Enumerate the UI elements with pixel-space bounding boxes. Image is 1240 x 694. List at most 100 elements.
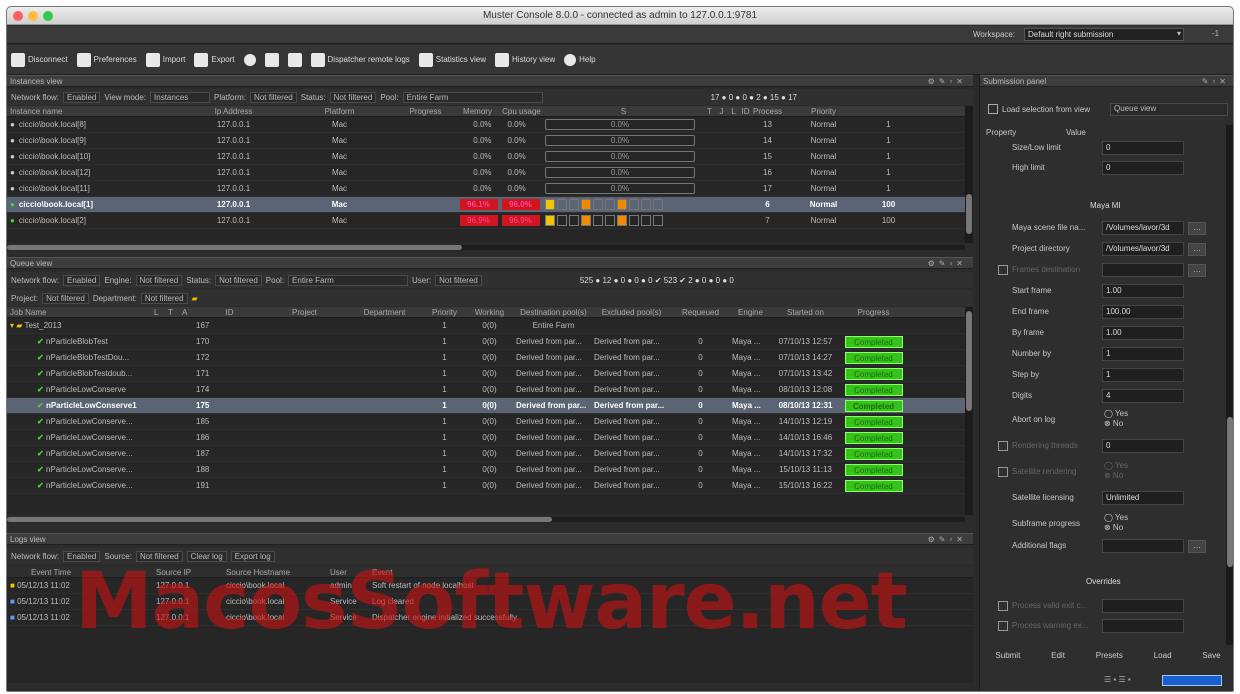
chevron-down-icon[interactable]: ▾ — [1177, 29, 1181, 38]
column-header[interactable]: Process Priority — [750, 106, 782, 116]
property-value[interactable]: 1.00 — [1102, 326, 1184, 340]
view-select[interactable]: Queue view — [1110, 103, 1228, 116]
browse-button[interactable]: … — [1188, 222, 1206, 235]
toolbar-button[interactable]: Help — [564, 53, 596, 66]
minimize-icon[interactable] — [28, 11, 38, 21]
toolbar-button[interactable]: Import — [145, 52, 185, 67]
table-row[interactable]: ✔ nParticleBlobTestdoub... 171 1 0(0) Derive… — [7, 366, 965, 382]
column-header[interactable]: Instance name — [7, 106, 142, 116]
table-row[interactable]: ✔ nParticleLowConserve... 191 1 0(0) Derived… — [7, 478, 965, 494]
property-value[interactable] — [1102, 539, 1184, 553]
column-header[interactable]: Project — [263, 307, 343, 317]
table-row[interactable]: ● ciccio\book.local[11] 127.0.0.1 Mac 0.0% 0.… — [7, 181, 965, 197]
presets-button[interactable]: Presets — [1096, 651, 1123, 660]
column-header[interactable]: A — [179, 307, 193, 317]
property-value[interactable]: 1 — [1102, 368, 1184, 382]
radio-yes[interactable]: ◯ Yes — [1104, 461, 1128, 471]
property-value[interactable] — [1102, 619, 1184, 633]
instances-scrollbar[interactable] — [965, 106, 973, 243]
table-row[interactable]: ● ciccio\book.local[10] 127.0.0.1 Mac 0.0% 0.… — [7, 149, 965, 165]
browse-button[interactable]: … — [1188, 264, 1206, 277]
property-value[interactable]: /Volumes/lavor/3d — [1102, 242, 1184, 256]
column-header[interactable]: Cpu usage — [498, 106, 542, 116]
radio-no[interactable]: ⊗ No — [1104, 523, 1128, 533]
table-row[interactable]: ● ciccio\book.local[12] 127.0.0.1 Mac 0.0% 0.… — [7, 165, 965, 181]
property-value[interactable]: 0 — [1102, 439, 1184, 453]
save-button[interactable]: Save — [1202, 651, 1220, 660]
table-row[interactable]: ✔ nParticleLowConserve... 186 1 0(0) Derived… — [7, 430, 965, 446]
pool-select[interactable]: Entire Farm — [288, 274, 409, 286]
load-button[interactable]: Load — [1154, 651, 1172, 660]
table-row[interactable]: ✔ nParticleBlobTestDou... 172 1 0(0) Derived… — [7, 350, 965, 366]
yes-no-radio[interactable]: ◯ Yes ⊗ No — [1104, 461, 1128, 481]
column-header[interactable]: Destination pool(s) — [513, 307, 591, 317]
toolbar-button[interactable] — [264, 52, 279, 67]
table-row[interactable]: ● ciccio\book.local[9] 127.0.0.1 Mac 0.0% 0.0… — [7, 133, 965, 149]
property-value[interactable]: 0 — [1102, 161, 1184, 175]
property-value[interactable] — [1102, 599, 1184, 613]
department-select[interactable]: Not filtered — [140, 292, 188, 304]
table-row[interactable]: ● ciccio\book.local[8] 127.0.0.1 Mac 0.0% 0.0… — [7, 117, 965, 133]
submission-scrollbar[interactable] — [1226, 125, 1233, 645]
toolbar-button[interactable]: Statistics view — [418, 52, 486, 67]
property-checkbox[interactable] — [998, 621, 1008, 631]
column-header[interactable]: Priority — [423, 307, 463, 317]
column-header[interactable]: Requeued — [669, 307, 729, 317]
property-value[interactable]: 0 — [1102, 141, 1184, 155]
panel-controls[interactable]: ⚙✎▫✕ — [928, 76, 967, 87]
column-header[interactable]: Source Hostname — [223, 567, 327, 577]
user-select[interactable]: Not filtered — [435, 274, 482, 286]
folder-row[interactable]: ▾ ▰ Test_2013 167 1 0(0) Entire Farm — [7, 318, 965, 334]
table-row[interactable]: ✔ nParticleLowConserve... 185 1 0(0) Derived… — [7, 414, 965, 430]
network-flow-select[interactable]: Enabled — [63, 274, 101, 286]
property-value[interactable]: Unlimited — [1102, 491, 1184, 505]
column-header[interactable]: Job Name — [7, 307, 137, 317]
column-header[interactable]: Source IP — [153, 567, 223, 577]
export-log-button[interactable]: Export log — [230, 550, 275, 562]
load-selection-checkbox[interactable] — [988, 104, 998, 114]
table-row[interactable]: ● ciccio\book.local[2] 127.0.0.1 Mac 96.9% 96… — [7, 213, 965, 229]
toolbar-button[interactable]: History view — [495, 52, 555, 67]
column-header[interactable]: ID — [193, 307, 263, 317]
column-header[interactable]: J — [714, 106, 726, 116]
source-select[interactable]: Not filtered — [135, 550, 183, 562]
browse-button[interactable]: … — [1188, 243, 1206, 256]
toolbar-button[interactable]: Disconnect — [11, 52, 68, 67]
column-header[interactable] — [137, 307, 151, 317]
toolbar-button[interactable]: Dispatcher remote logs — [310, 52, 410, 67]
table-row[interactable]: ● ciccio\book.local[1] 127.0.0.1 Mac 96.1% 96… — [7, 197, 965, 213]
table-row[interactable]: ✔ nParticleLowConserve 174 1 0(0) Derived fr… — [7, 382, 965, 398]
column-header[interactable]: Event — [369, 567, 669, 577]
log-row[interactable]: ■ 05/12/13 11:02 127.0.0.1 ciccio\book.loc… — [7, 578, 973, 594]
column-header[interactable] — [142, 106, 182, 116]
column-header[interactable]: L — [726, 106, 738, 116]
edit-button[interactable]: Edit — [1051, 651, 1065, 660]
folder-icon[interactable]: ▰ — [192, 294, 198, 303]
radio-yes[interactable]: ◯ Yes — [1104, 409, 1128, 419]
property-checkbox[interactable] — [998, 467, 1008, 477]
platform-select[interactable]: Not filtered — [250, 91, 297, 103]
queue-hscroll[interactable] — [7, 517, 965, 522]
network-flow-select[interactable]: Enabled — [63, 91, 101, 103]
property-checkbox[interactable] — [998, 601, 1008, 611]
engine-select[interactable]: Not filtered — [135, 274, 183, 286]
close-icon[interactable] — [13, 11, 23, 21]
toolbar-button[interactable] — [287, 52, 302, 67]
panel-controls[interactable]: ⚙✎▫✕ — [928, 534, 967, 545]
column-header[interactable]: ID — [738, 106, 750, 116]
column-header[interactable]: S — [542, 106, 702, 116]
toolbar-button[interactable]: Export — [194, 52, 235, 67]
property-checkbox[interactable] — [998, 265, 1008, 275]
radio-no[interactable]: ⊗ No — [1104, 471, 1128, 481]
submit-button[interactable]: Submit — [995, 651, 1020, 660]
log-row[interactable]: ■ 05/12/13 11:02 127.0.0.1 ciccio\book.loc… — [7, 610, 973, 626]
column-header[interactable]: Working nodes — [463, 307, 513, 317]
property-checkbox[interactable] — [998, 441, 1008, 451]
network-flow-select[interactable]: Enabled — [63, 550, 101, 562]
yes-no-radio[interactable]: ◯ Yes ⊗ No — [1104, 409, 1128, 429]
column-header[interactable]: T — [702, 106, 714, 116]
project-select[interactable]: Not filtered — [42, 292, 89, 304]
workspace-minimize[interactable]: -1 — [1212, 29, 1219, 38]
column-header[interactable]: L — [151, 307, 165, 317]
table-row[interactable]: ✔ nParticleLowConserve... 188 1 0(0) Derived… — [7, 462, 965, 478]
